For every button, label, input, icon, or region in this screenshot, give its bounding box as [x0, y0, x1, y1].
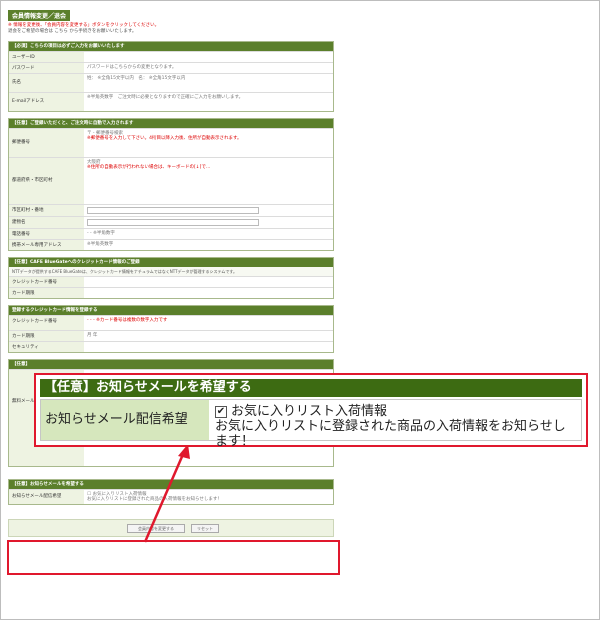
zoom-value: ✔ お気に入りリスト入荷情報 お気に入りリストに登録された商品の入荷情報をお知らせ… [209, 400, 581, 449]
zoom-callout: 【任意】お知らせメールを希望する お知らせメール配信希望 ✔ お気に入りリスト入荷… [34, 373, 588, 449]
zoom-description: お気に入りリストに登録された商品の入荷情報をお知らせします！ [215, 419, 566, 449]
zoom-row: お知らせメール配信希望 ✔ お気に入りリスト入荷情報 お気に入りリストに登録された… [40, 399, 582, 449]
checkbox-checked-icon[interactable]: ✔ [215, 405, 227, 418]
callout-arrow-icon [143, 444, 190, 543]
zoom-heading: 【任意】お知らせメールを希望する [40, 379, 582, 397]
zoom-check-label: お気に入りリスト入荷情報 [231, 404, 388, 419]
zoom-checkbox-row[interactable]: ✔ お気に入りリスト入荷情報 [215, 404, 575, 419]
zoom-label: お知らせメール配信希望 [41, 400, 209, 440]
